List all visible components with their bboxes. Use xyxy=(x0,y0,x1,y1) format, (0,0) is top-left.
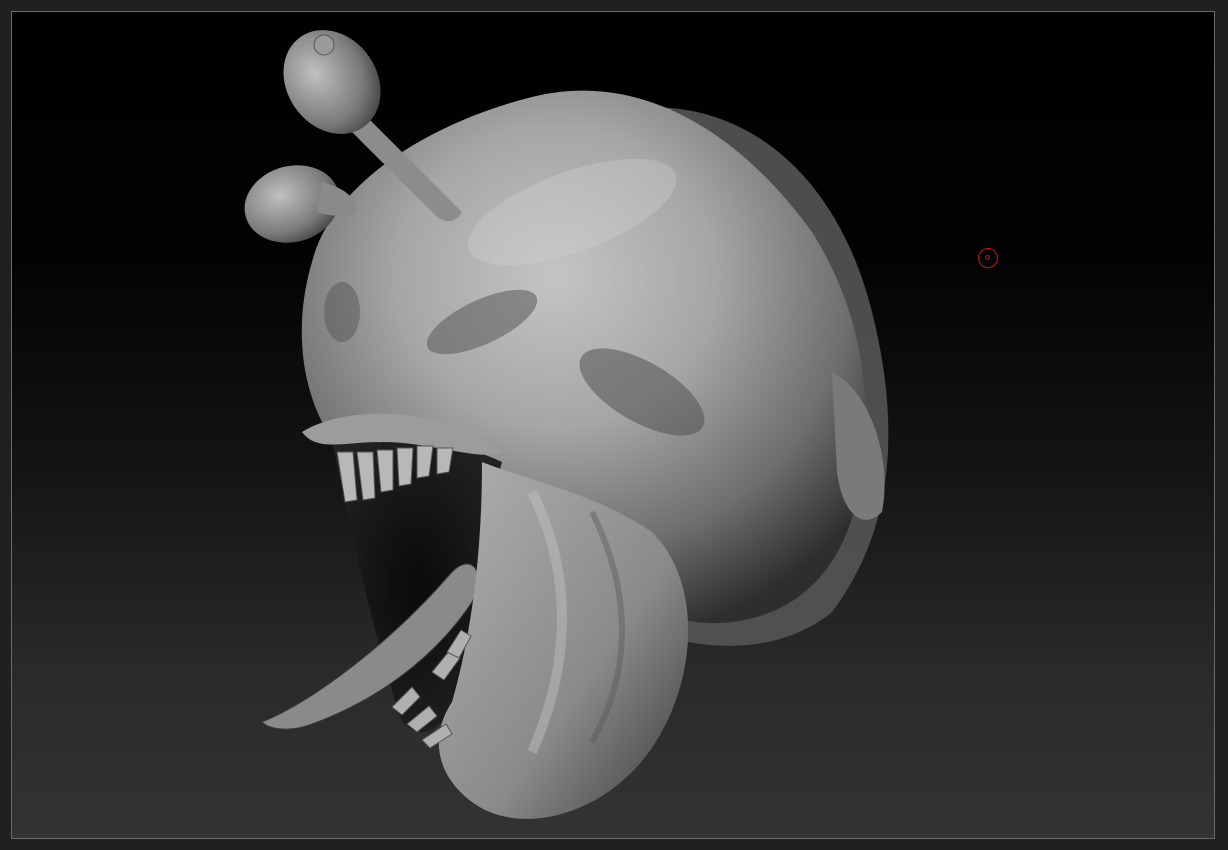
horn-bulb-base xyxy=(317,182,357,216)
sculpt-model[interactable] xyxy=(12,12,1215,839)
draw-brush-cursor[interactable] xyxy=(978,248,998,268)
document-canvas[interactable] xyxy=(11,11,1215,839)
eye-stalk-tip xyxy=(313,34,335,56)
zbrush-window xyxy=(0,0,1228,850)
nose-shadow xyxy=(324,282,360,342)
